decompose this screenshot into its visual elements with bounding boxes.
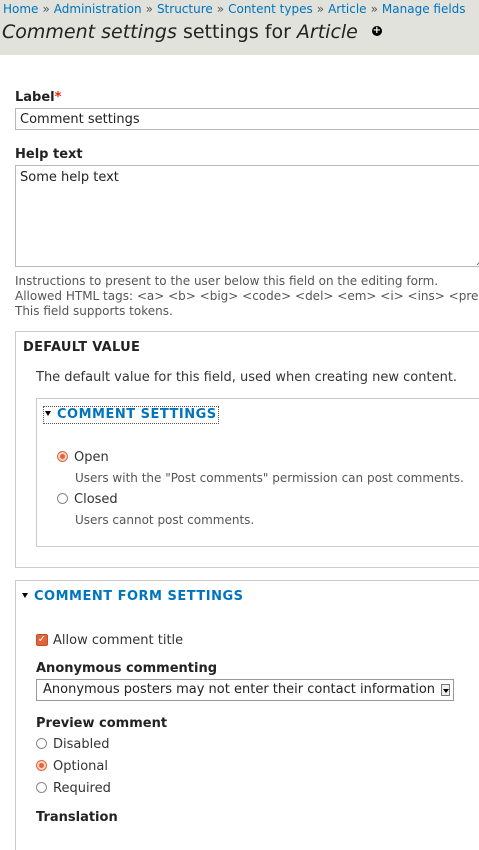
help-text-description: Instructions to present to the user belo… bbox=[15, 274, 479, 319]
breadcrumb-separator: » bbox=[216, 2, 225, 16]
breadcrumb-article[interactable]: Article bbox=[328, 2, 367, 16]
collapse-triangle-icon bbox=[45, 411, 51, 416]
breadcrumb-separator: » bbox=[145, 2, 153, 16]
translation-label: Translation bbox=[36, 810, 118, 825]
page-title-middle: settings for bbox=[176, 21, 297, 43]
checkbox-checked-icon[interactable]: ✓ bbox=[36, 633, 48, 646]
page-header: Home» Administration» Structure» Content ty… bbox=[0, 0, 479, 55]
default-value-legend: DEFAULT VALUE bbox=[23, 340, 141, 355]
page-title-bundle: Article bbox=[296, 21, 358, 43]
radio-label: Required bbox=[53, 781, 111, 796]
radio-unchecked-icon[interactable] bbox=[36, 738, 47, 749]
radio-description: Users with the "Post comments" permissio… bbox=[75, 471, 464, 485]
radio-checked-icon[interactable] bbox=[57, 451, 68, 462]
radio-option-closed[interactable]: Closed bbox=[57, 492, 118, 507]
page-title: Comment settings settings for Article + bbox=[2, 21, 382, 43]
breadcrumb-separator: » bbox=[370, 2, 378, 16]
breadcrumb-content-types[interactable]: Content types bbox=[228, 2, 313, 16]
radio-label: Disabled bbox=[53, 737, 110, 752]
radio-unchecked-icon[interactable] bbox=[57, 493, 68, 504]
radio-option-disabled[interactable]: Disabled bbox=[36, 737, 109, 752]
radio-label: Optional bbox=[53, 759, 108, 774]
add-shortcut-icon[interactable]: + bbox=[371, 25, 382, 36]
default-value-fieldset: DEFAULT VALUE The default value for this… bbox=[15, 331, 479, 568]
comment-form-settings-summary[interactable]: COMMENT FORM SETTINGS bbox=[22, 589, 244, 604]
comment-settings-summary[interactable]: COMMENT SETTINGS bbox=[43, 406, 219, 424]
radio-label: Closed bbox=[74, 492, 118, 507]
breadcrumb-manage-fields[interactable]: Manage fields bbox=[382, 2, 466, 16]
radio-option-optional[interactable]: Optional bbox=[36, 759, 108, 774]
breadcrumb-home[interactable]: Home bbox=[3, 2, 38, 16]
radio-checked-icon[interactable] bbox=[36, 760, 47, 771]
breadcrumb-separator: » bbox=[42, 2, 50, 16]
comment-settings-details: COMMENT SETTINGS Open Users with the "Po… bbox=[36, 398, 479, 547]
comment-form-settings-fieldset: COMMENT FORM SETTINGS ✓ Allow comment tit… bbox=[15, 580, 479, 850]
comment-form-settings-legend: COMMENT FORM SETTINGS bbox=[34, 589, 244, 604]
breadcrumb: Home» Administration» Structure» Content ty… bbox=[3, 2, 466, 16]
required-marker: * bbox=[54, 90, 62, 105]
description-line: Allowed HTML tags: <a> <b> <big> <code> … bbox=[15, 289, 479, 303]
page-title-field: Comment settings bbox=[2, 21, 177, 43]
select-value: Anonymous posters may not enter their co… bbox=[43, 682, 436, 697]
description-line: Instructions to present to the user belo… bbox=[15, 274, 439, 288]
field-edit-form: Label* Help text Some help text Instruct… bbox=[15, 90, 479, 319]
comment-settings-legend: COMMENT SETTINGS bbox=[57, 407, 217, 422]
label-field-text: Label bbox=[15, 90, 55, 105]
radio-unchecked-icon[interactable] bbox=[36, 782, 47, 793]
radio-description: Users cannot post comments. bbox=[75, 513, 255, 527]
breadcrumb-structure[interactable]: Structure bbox=[157, 2, 213, 16]
label-input[interactable] bbox=[15, 108, 479, 130]
label-field-label: Label* bbox=[15, 90, 479, 105]
radio-option-open[interactable]: Open bbox=[57, 450, 109, 465]
anonymous-commenting-label: Anonymous commenting bbox=[36, 661, 218, 676]
breadcrumb-separator: » bbox=[316, 2, 325, 16]
allow-comment-title-checkbox[interactable]: ✓ Allow comment title bbox=[36, 633, 183, 648]
help-text-label: Help text bbox=[15, 147, 83, 162]
preview-comment-label: Preview comment bbox=[36, 716, 168, 731]
radio-option-required[interactable]: Required bbox=[36, 781, 111, 796]
breadcrumb-administration[interactable]: Administration bbox=[54, 2, 142, 16]
default-value-description: The default value for this field, used w… bbox=[36, 370, 458, 385]
help-text-textarea[interactable]: Some help text bbox=[15, 165, 479, 267]
description-line: This field supports tokens. bbox=[15, 304, 173, 318]
anonymous-commenting-select[interactable]: Anonymous posters may not enter their co… bbox=[36, 679, 454, 701]
checkbox-label: Allow comment title bbox=[53, 633, 184, 648]
collapse-triangle-icon bbox=[22, 593, 28, 598]
radio-label: Open bbox=[74, 450, 109, 465]
select-arrow-icon bbox=[441, 684, 450, 696]
